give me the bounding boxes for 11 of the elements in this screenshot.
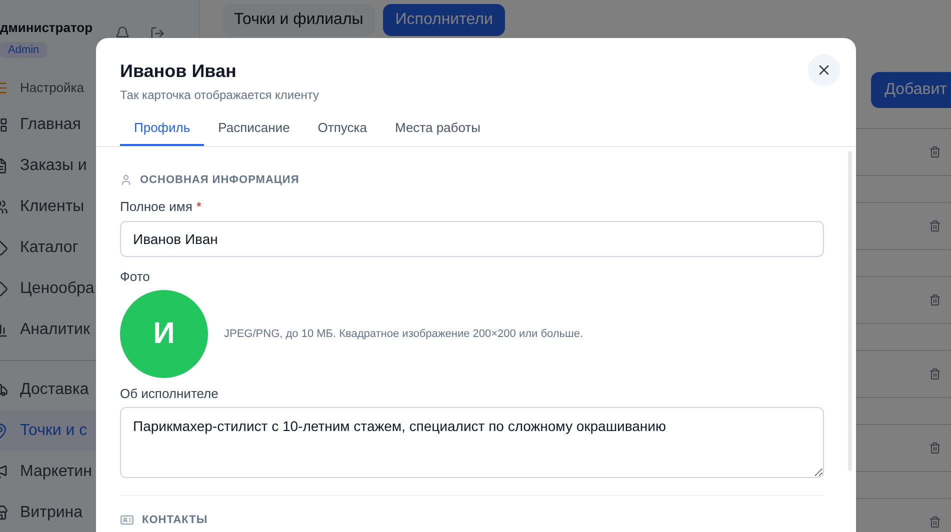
required-mark: * — [196, 199, 202, 214]
dialog-subtitle: Так карточка отображается клиенту — [120, 87, 320, 104]
role-label: Admin — [0, 42, 48, 58]
dialog-title: Иванов Иван — [120, 60, 238, 83]
section-title: КОНТАКТЫ — [142, 513, 208, 528]
photo-hint: JPEG/PNG, до 10 МБ. Квадратное изображение 200×200 или больше. — [224, 327, 584, 342]
field-label: Полное имя — [120, 199, 192, 214]
section-title: ОСНОВНАЯ ИНФОРМАЦИЯ — [140, 173, 300, 188]
user-name: дминистратор — [0, 19, 93, 37]
field-label: Об исполнителе — [120, 386, 220, 402]
field-label: Фото — [120, 269, 151, 285]
